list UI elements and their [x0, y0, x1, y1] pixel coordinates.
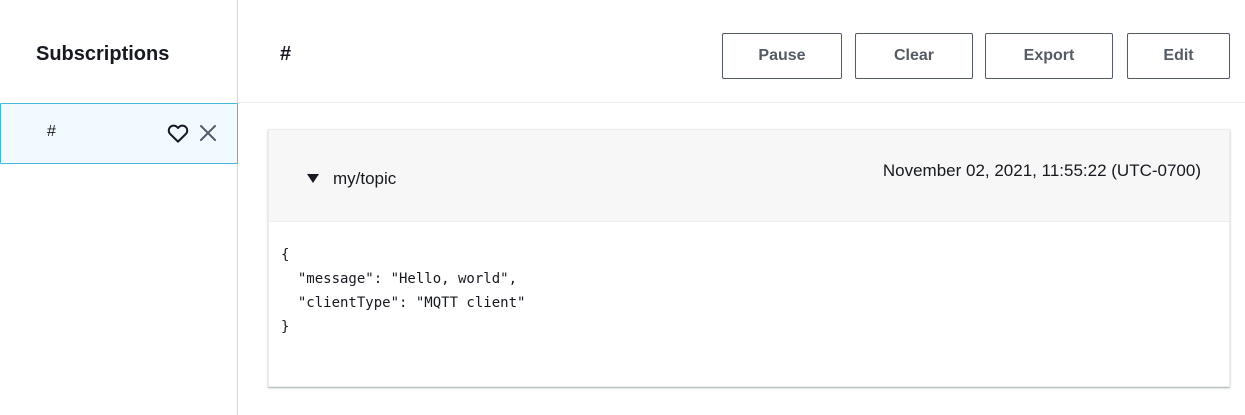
- sidebar-header: Subscriptions: [0, 0, 237, 103]
- mqtt-test-client: Subscriptions # # Pause Clear Export Edi…: [0, 0, 1245, 415]
- message-header[interactable]: my/topic November 02, 2021, 11:55:22 (UT…: [269, 130, 1229, 222]
- close-icon[interactable]: [197, 122, 219, 144]
- caret-down-icon[interactable]: [307, 174, 319, 183]
- message-timestamp: November 02, 2021, 11:55:22 (UTC-0700): [882, 161, 1201, 180]
- clear-button[interactable]: Clear: [855, 33, 973, 79]
- message-payload: { "message": "Hello, world", "clientType…: [281, 247, 526, 335]
- subscription-item[interactable]: #: [0, 103, 238, 164]
- heart-outline-icon[interactable]: [167, 122, 189, 144]
- topic-filter-title: #: [280, 43, 292, 65]
- subscriptions-sidebar: Subscriptions #: [0, 0, 238, 415]
- message-topic: my/topic: [333, 169, 397, 188]
- pause-button[interactable]: Pause: [722, 33, 842, 79]
- message-panel: # Pause Clear Export Edit my/topic Novem…: [238, 0, 1245, 415]
- message-panel-header: # Pause Clear Export Edit: [238, 0, 1245, 103]
- message-card: my/topic November 02, 2021, 11:55:22 (UT…: [268, 129, 1230, 387]
- export-button[interactable]: Export: [985, 33, 1113, 79]
- sidebar-title: Subscriptions: [36, 43, 170, 65]
- edit-button[interactable]: Edit: [1127, 33, 1230, 79]
- subscription-topic: #: [47, 123, 56, 140]
